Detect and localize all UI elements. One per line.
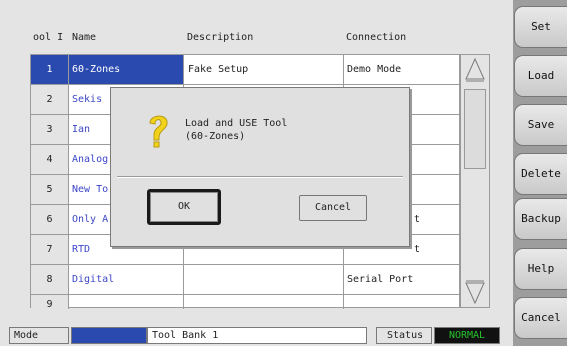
column-header-tool: ool I — [33, 32, 64, 43]
status-label: Status — [376, 327, 432, 344]
backup-button[interactable]: Backup — [514, 198, 567, 240]
row-number: 8 — [31, 265, 69, 294]
dialog-cancel-button[interactable]: Cancel — [299, 195, 367, 221]
tool-bank-field: Tool Bank 1 — [147, 327, 367, 344]
table-scrollbar[interactable] — [460, 54, 490, 308]
tool-description: Fake Setup — [184, 55, 344, 84]
ok-button-focus-ring: OK — [147, 189, 221, 225]
mode-label: Mode — [9, 327, 69, 344]
table-row[interactable]: 1 60-Zones Fake Setup Demo Mode — [31, 55, 461, 85]
table-row[interactable]: 8 Digital Serial Port — [31, 265, 461, 295]
dialog-message: Load and USE Tool — [185, 118, 288, 129]
tool-name: 60-Zones — [69, 55, 184, 84]
tool-description — [184, 295, 344, 309]
load-button[interactable]: Load — [514, 55, 567, 97]
column-header-connection: Connection — [346, 32, 407, 43]
column-header-description: Description — [187, 32, 254, 43]
row-number: 9 — [31, 295, 69, 309]
tool-name — [69, 295, 184, 309]
tool-connection — [344, 295, 461, 309]
load-tool-dialog: Load and USE Tool (60-Zones) OK Cancel — [110, 87, 410, 247]
tool-name: Digital — [69, 265, 184, 294]
cancel-side-button[interactable]: Cancel — [514, 297, 567, 339]
delete-button[interactable]: Delete — [514, 153, 567, 195]
ok-button[interactable]: OK — [150, 192, 218, 222]
mode-indicator — [71, 327, 147, 344]
row-number: 1 — [31, 55, 69, 84]
tool-description — [184, 265, 344, 294]
column-header-name: Name — [72, 32, 97, 43]
scroll-down-icon[interactable] — [464, 279, 486, 305]
tool-connection: Serial Port — [347, 274, 414, 285]
row-number: 3 — [31, 115, 69, 144]
question-icon — [149, 115, 168, 148]
row-number: 6 — [31, 205, 69, 234]
row-number: 5 — [31, 175, 69, 204]
help-button[interactable]: Help — [514, 248, 567, 290]
scroll-thumb[interactable] — [464, 89, 486, 169]
scroll-up-icon[interactable] — [464, 57, 486, 83]
row-number: 7 — [31, 235, 69, 264]
table-row[interactable]: 9 — [31, 295, 461, 309]
status-value: NORMAL — [434, 327, 500, 344]
dialog-divider — [117, 176, 403, 178]
row-number: 4 — [31, 145, 69, 174]
save-button[interactable]: Save — [514, 104, 567, 146]
row-number: 2 — [31, 85, 69, 114]
set-button[interactable]: Set — [514, 6, 567, 48]
tool-connection: Demo Mode — [347, 64, 402, 75]
dialog-tool-name: (60-Zones) — [185, 131, 246, 142]
